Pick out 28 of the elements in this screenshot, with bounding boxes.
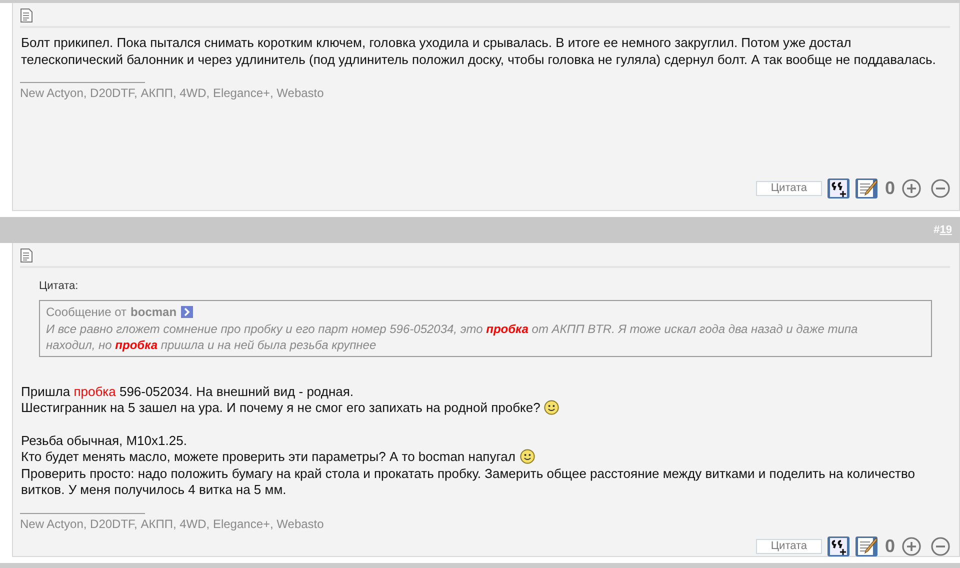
quote-author-prefix: Сообщение от: [46, 304, 127, 320]
quote-author-link[interactable]: bocman: [130, 304, 177, 320]
post-icon: [20, 248, 33, 263]
quote-button[interactable]: Цитата: [756, 538, 822, 554]
post-text: Пришла пробка 596-052034. На внешний вид - родная.: [21, 384, 355, 400]
minus-icon[interactable]: [931, 536, 950, 556]
smiley-icon: [544, 400, 560, 415]
minus-icon[interactable]: [931, 179, 950, 198]
multiquote-icon[interactable]: [826, 536, 850, 556]
plus-icon[interactable]: [902, 179, 921, 198]
quote-button[interactable]: Цитата: [756, 181, 822, 196]
signature: New Actyon, D20DTF, АКПП, 4WD, Elegance+, Webasto: [20, 516, 325, 532]
signature: New Actyon, D20DTF, АКПП, 4WD, Elegance+, Webasto: [20, 85, 325, 102]
quote-text: И все равно гложет сомнение про пробку и его парт номер 596-052034, это пробка от АКПП BTR. Я тоже искал года два назад и даже типа находил, но пробка пришла и на ней была резьба крупнее: [46, 320, 859, 352]
edit-icon[interactable]: [854, 536, 878, 556]
smiley-icon: [520, 449, 534, 464]
post-text: Проверить просто: надо положить бумагу на край стола и прокатать пробку. Замерить общее расстояние между витками и поделить на количество витков. У меня получилось 4 витка на 5 мм.: [21, 466, 916, 498]
multiquote-icon[interactable]: [826, 178, 850, 199]
rating-count: 0: [884, 177, 896, 200]
edit-icon[interactable]: [854, 178, 878, 199]
post-text: Шестигранник на 5 зашел на ура. И почему я не смог его запихать на родной пробке?: [21, 400, 948, 416]
quote-label: Цитата:: [39, 279, 80, 294]
post-text: Резьба обычная, M10x1.25.: [21, 432, 188, 449]
rating-count: 0: [884, 534, 896, 558]
post-icon: [20, 8, 33, 23]
post-text: Кто будет менять масло, можете проверить эти параметры? А то bocman напугал: [21, 449, 948, 466]
plus-icon[interactable]: [902, 536, 921, 556]
post-text: Болт прикипел. Пока пытался снимать коротким ключем, головка уходила и срывалась. В итоге ее немного закруглил. Потом уже достал телескопический балонник и через удлинитель (под удлинитель положил доску, чтобы головка не гуляла) сдернул болт. А так вообще не поддавалась.: [21, 35, 937, 68]
